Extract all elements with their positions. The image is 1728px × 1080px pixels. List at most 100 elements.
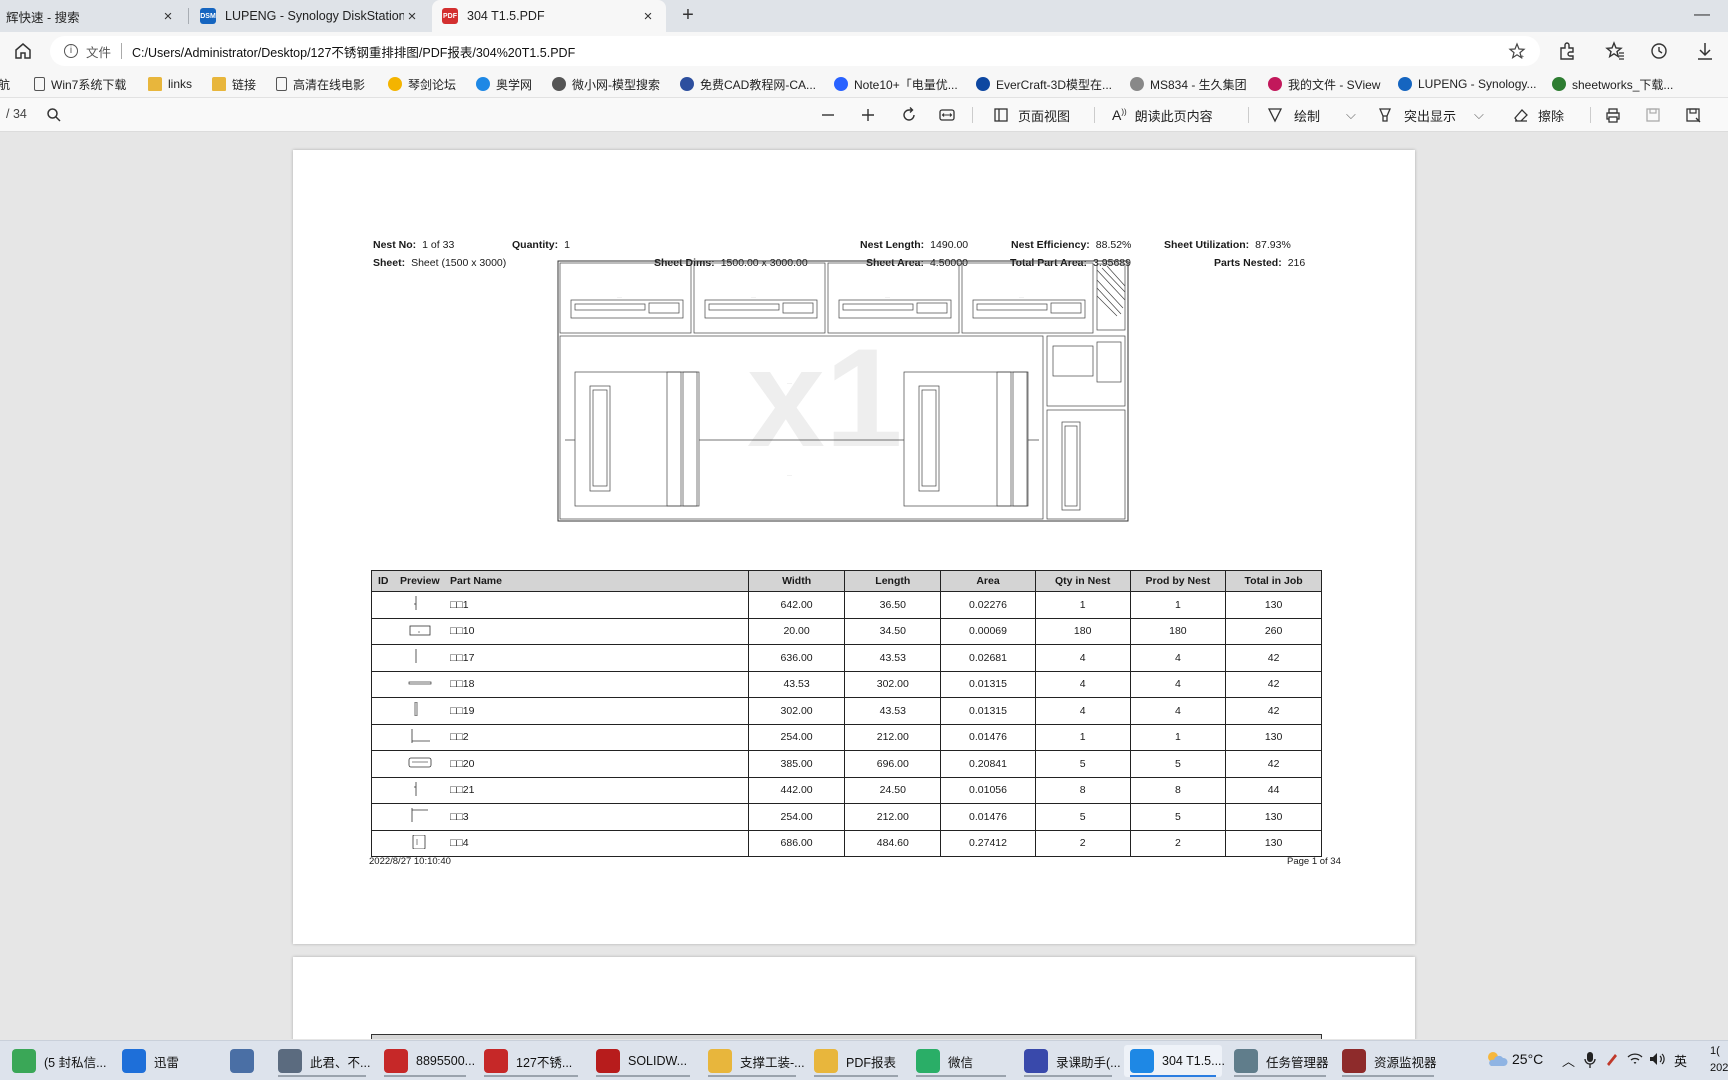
cell-part-name: □□2 — [448, 723, 749, 751]
ime-indicator[interactable]: 英 — [1674, 1051, 1687, 1070]
draw-icon — [1267, 108, 1283, 123]
cell-preview — [391, 829, 449, 857]
cell-preview — [391, 750, 449, 778]
cell-area: 0.20841 — [940, 750, 1036, 778]
taskbar-app-label: 资源监视器 — [1374, 1055, 1437, 1070]
taskbar-app[interactable]: (5 封私信... — [6, 1045, 110, 1077]
taskbar: 25°C ︿ 英 1(202 (5 封私信... 迅雷 此君、不... 8895500… — [0, 1040, 1728, 1080]
highlight-button[interactable]: 突出显示 ⌵ — [1376, 105, 1484, 125]
bookmark-item[interactable]: 免费CAD教程网-CA... — [680, 74, 816, 94]
table-row: □□21 442.00 24.50 0.01056 8 8 44 — [370, 776, 1322, 804]
close-icon[interactable]: × — [404, 8, 420, 25]
new-tab-button[interactable]: + — [676, 4, 700, 28]
pdf-viewer[interactable]: Nest No: 1 of 33 Quantity: 1 Nest Length: 1… — [0, 133, 1728, 1039]
bookmark-item[interactable]: 奥学网 — [476, 74, 532, 94]
taskbar-app[interactable]: 127不锈... — [478, 1045, 584, 1077]
taskbar-app[interactable]: 此君、不... — [272, 1045, 372, 1077]
clock[interactable]: 1(202 — [1710, 1043, 1728, 1077]
erase-button[interactable]: 擦除 — [1512, 105, 1564, 125]
cell-length: 302.00 — [844, 670, 942, 698]
taskbar-app[interactable]: PDF报表 — [808, 1045, 904, 1077]
taskbar-app[interactable]: SOLIDW... — [590, 1045, 696, 1077]
save-icon[interactable] — [1644, 105, 1662, 125]
bookmark-item[interactable]: Note10+「电量优... — [834, 74, 958, 94]
svg-text:·····: ····· — [787, 473, 792, 477]
pdf-toolbar: / 34 页面视图 A)) 朗读此页内容 绘制 ⌵ 突出显示 ⌵ 擦除 — [0, 98, 1728, 132]
bookmark-item[interactable]: 航 — [0, 74, 10, 94]
rotate-icon[interactable] — [900, 105, 918, 125]
pen-icon[interactable] — [1604, 1051, 1620, 1070]
search-icon[interactable] — [46, 105, 62, 125]
close-icon[interactable]: × — [640, 8, 656, 25]
omnibox[interactable]: i 文件 C:/Users/Administrator/Desktop/127不… — [50, 36, 1540, 66]
taskbar-app-label: 微信 — [948, 1055, 974, 1070]
nest-layout-drawing: x1 ····· ····· ····· ····· ·········· — [557, 260, 1129, 522]
bookmark-item[interactable]: MS834 - 生久集团 — [1130, 74, 1247, 94]
taskbar-app[interactable] — [224, 1045, 260, 1077]
close-icon[interactable]: × — [160, 8, 176, 25]
chevron-down-icon[interactable]: ⌵ — [1346, 107, 1356, 123]
bookmark-label: links — [168, 77, 193, 91]
zoom-in-icon[interactable] — [860, 105, 876, 125]
fit-page-icon[interactable] — [938, 105, 956, 125]
home-icon[interactable] — [10, 38, 36, 64]
taskbar-app[interactable]: 资源监视器 — [1336, 1045, 1440, 1077]
bookmark-item[interactable]: Win7系统下载 — [34, 74, 126, 94]
minimize-icon[interactable]: — — [1692, 6, 1712, 26]
read-aloud-button[interactable]: A)) 朗读此页内容 — [1112, 105, 1213, 125]
bookmarks-bar: 航 Win7系统下载 links 链接 高清在线电影 琴剑论坛 奥学网 微小网-模型搜索 免费C… — [0, 70, 1728, 98]
taskbar-app[interactable]: 8895500... — [378, 1045, 475, 1077]
bookmark-item[interactable]: links — [148, 74, 192, 94]
address-bar: i 文件 C:/Users/Administrator/Desktop/127不… — [0, 32, 1728, 70]
draw-button[interactable]: 绘制 ⌵ — [1266, 105, 1356, 125]
bookmark-item[interactable]: EverCraft-3D模型在... — [976, 74, 1112, 94]
microphone-icon[interactable] — [1584, 1051, 1596, 1072]
bookmark-item[interactable]: 我的文件 - SView — [1268, 74, 1380, 94]
volume-icon[interactable] — [1648, 1051, 1666, 1070]
weather-icon[interactable] — [1484, 1049, 1508, 1072]
cell-qty: 8 — [1034, 776, 1131, 804]
svg-text:·····: ····· — [787, 381, 792, 385]
cell-preview — [391, 617, 449, 645]
history-icon[interactable] — [1648, 40, 1670, 62]
taskbar-app[interactable]: 迅雷 — [116, 1045, 218, 1077]
cell-length: 24.50 — [844, 776, 942, 804]
cell-preview — [391, 723, 449, 751]
bookmark-item[interactable]: 琴剑论坛 — [388, 74, 456, 94]
taskbar-app-label: SOLIDW... — [628, 1054, 688, 1068]
weather-temp[interactable]: 25°C — [1512, 1051, 1543, 1067]
taskbar-app[interactable]: 支撑工装-... — [702, 1045, 805, 1077]
print-icon[interactable] — [1604, 105, 1622, 125]
bookmark-item[interactable]: 高清在线电影 — [276, 74, 365, 94]
folder-icon — [148, 77, 162, 91]
page-view-button[interactable]: 页面视图 — [992, 105, 1070, 125]
taskbar-app[interactable]: 录课助手(... — [1018, 1045, 1121, 1077]
downloads-icon[interactable] — [1694, 40, 1716, 62]
tray-chevron-icon[interactable]: ︿ — [1562, 1051, 1575, 1070]
taskbar-app[interactable]: 微信 — [910, 1045, 1012, 1077]
extensions-icon[interactable] — [1556, 40, 1578, 62]
info-icon[interactable]: i — [64, 44, 78, 58]
bookmark-item[interactable]: LUPENG - Synology... — [1398, 74, 1537, 94]
cell-area: 0.01056 — [940, 776, 1036, 804]
cell-qty: 180 — [1034, 617, 1131, 645]
tab-synology[interactable]: DSM LUPENG - Synology DiskStation × — [190, 0, 430, 32]
taskbar-app[interactable]: 304 T1.5.... — [1124, 1045, 1225, 1077]
bookmark-item[interactable]: 微小网-模型搜索 — [552, 74, 660, 94]
url-text[interactable]: C:/Users/Administrator/Desktop/127不锈钢重排排… — [132, 42, 575, 61]
save-as-icon[interactable] — [1684, 105, 1702, 125]
bookmark-item[interactable]: 链接 — [212, 74, 256, 94]
tab-search[interactable]: 辉快速 - 搜索 × — [0, 0, 186, 32]
network-icon[interactable] — [1626, 1051, 1644, 1070]
nest-length: Nest Length: 1490.00 — [860, 239, 969, 251]
cell-prod: 1 — [1129, 591, 1227, 619]
zoom-out-icon[interactable] — [820, 105, 836, 125]
bookmark-item[interactable]: sheetworks_下载... — [1552, 74, 1673, 94]
chevron-down-icon[interactable]: ⌵ — [1474, 107, 1484, 123]
tab-pdf[interactable]: PDF 304 T1.5.PDF × — [432, 0, 666, 32]
favorites-icon[interactable] — [1604, 40, 1626, 62]
taskbar-app[interactable]: 任务管理器 — [1228, 1045, 1332, 1077]
add-favorite-icon[interactable]: + — [1508, 42, 1526, 63]
taskbar-app-label: 迅雷 — [154, 1055, 180, 1070]
cell-width: 642.00 — [747, 591, 846, 619]
